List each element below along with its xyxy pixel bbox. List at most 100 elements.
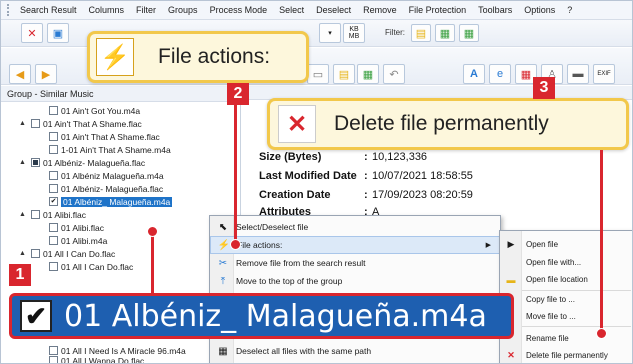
checkbox[interactable] (49, 262, 58, 271)
checkbox[interactable] (49, 184, 58, 193)
menu-options[interactable]: Options (518, 5, 561, 15)
drive-icon[interactable]: ▬ (567, 64, 589, 84)
submenu-separator (522, 326, 631, 327)
expand-toggle-icon[interactable]: ▲ (19, 120, 27, 127)
badge-2: 2 (227, 83, 249, 105)
group-row[interactable]: ▲ 01 Alibi.flac (1, 208, 241, 221)
move-group-icon[interactable]: ▤ (333, 64, 355, 84)
menu-item-file-actions[interactable]: ⚡ File actions: ▶ (210, 236, 500, 254)
menu-select[interactable]: Select (273, 5, 310, 15)
menu-search-result[interactable]: Search Result (14, 5, 83, 15)
group-row[interactable]: ▲ 01 Albéniz- Malagueña.flac (1, 156, 241, 169)
submenu-rename-file[interactable]: Rename file (500, 330, 632, 347)
expand-toggle-icon[interactable]: ▲ (19, 159, 27, 166)
menu-help[interactable]: ? (561, 5, 578, 15)
menu-item-deselect-same-path[interactable]: ▦ Deselect all files with the same path (210, 342, 500, 360)
connector-dot (147, 226, 158, 237)
callout-text: File actions: (158, 45, 271, 68)
deselect-icon: ▦ (218, 345, 228, 357)
list-item[interactable]: ✔ 01 Albéniz_ Malagueña.m4a (1, 195, 241, 208)
checkbox[interactable] (49, 132, 58, 141)
checkbox[interactable] (31, 119, 40, 128)
exif-icon[interactable]: EXIF (593, 64, 615, 84)
back-icon[interactable]: ◀ (9, 64, 31, 84)
filter-all-icon[interactable]: ▤ (411, 24, 431, 42)
app-window: Search Result Columns Filter Groups Proc… (0, 0, 633, 364)
checkbox[interactable] (49, 223, 58, 232)
menu-deselect[interactable]: Deselect (310, 5, 357, 15)
file-name: 01 Ain't That A Shame.flac (61, 131, 160, 142)
size-value: 10,123,336 (372, 151, 428, 163)
connector-dot (596, 328, 607, 339)
checkbox[interactable] (49, 356, 58, 363)
list-item[interactable]: 01 Ain't That A Shame.flac (1, 130, 241, 143)
list-item[interactable]: 01 Alibi.flac (1, 221, 241, 234)
lightning-icon: ⚡ (96, 38, 134, 76)
menu-columns[interactable]: Columns (83, 5, 131, 15)
page-icon[interactable]: ▭ (307, 64, 329, 84)
play-icon: ▶ (507, 239, 515, 249)
image-toolbar-icon[interactable]: ▣ (47, 23, 69, 43)
forward-icon[interactable]: ▶ (35, 64, 57, 84)
menu-item-move-top[interactable]: ⤒ Move to the top of the group (210, 272, 500, 290)
menu-item-remove-file[interactable]: ✂ Remove file from the search result (210, 254, 500, 272)
undo-icon[interactable]: ↶ (383, 64, 405, 84)
delete-toolbar-icon[interactable]: ✕ (21, 23, 43, 43)
connector-dot (230, 239, 241, 250)
group-row[interactable]: ▲ 01 Ain't That A Shame.flac (1, 117, 241, 130)
connector-line (151, 231, 154, 293)
menu-groups[interactable]: Groups (162, 5, 204, 15)
submenu-open-location[interactable]: ▬ Open file location (500, 271, 632, 288)
checkbox-checked-icon: ✔ (20, 300, 52, 332)
list-item[interactable]: 01 Albéniz- Malagueña.flac (1, 182, 241, 195)
submenu-delete-permanently[interactable]: ✕ Delete file permanently (500, 347, 632, 363)
file-name: 01 Alibi.flac (61, 222, 104, 233)
checkbox[interactable] (49, 145, 58, 154)
file-name: 01 Ain't Got You.m4a (61, 105, 141, 116)
file-name: 01 All I Wanna Do.flac (61, 355, 145, 364)
copy-group-icon[interactable]: ▦ (357, 64, 379, 84)
checkbox[interactable] (31, 210, 40, 219)
checkbox[interactable] (49, 106, 58, 115)
menu-item-label: Select/Deselect file (236, 222, 309, 232)
menu-process-mode[interactable]: Process Mode (204, 5, 274, 15)
checkbox[interactable] (31, 158, 40, 167)
menu-grip (7, 4, 10, 16)
checkbox[interactable] (31, 249, 40, 258)
list-item[interactable]: 01 Alibi.m4a (1, 234, 241, 247)
submenu-label: Copy file to ... (526, 295, 575, 304)
expand-toggle-icon[interactable]: ▲ (19, 211, 27, 218)
list-item[interactable]: 01 Albéniz Malagueña.m4a (1, 169, 241, 182)
badge-3: 3 (533, 77, 555, 99)
filter-checked-icon[interactable]: ▦ (435, 24, 455, 42)
list-item[interactable]: 01 All I Can Do.flac (1, 260, 241, 273)
menu-item-select-deselect[interactable]: ⬉ Select/Deselect file (210, 218, 500, 236)
submenu-open-file[interactable]: ▶ Open file (500, 236, 632, 253)
menu-filter[interactable]: Filter (130, 5, 162, 15)
list-item[interactable]: 1-01 Ain't That A Shame.m4a (1, 143, 241, 156)
callout-file-actions: ⚡ File actions: (87, 31, 309, 83)
list-item[interactable]: 01 All I Wanna Do.flac (1, 354, 241, 364)
dropdown-toolbar-icon[interactable]: ▾ (319, 23, 341, 43)
modified-value: 10/07/2021 18:58:55 (372, 170, 473, 182)
file-actions-submenu: ▶ Open file Open file with... ▬ Open fil… (499, 230, 632, 363)
expand-toggle-icon[interactable]: ▲ (19, 250, 27, 257)
kb-mb-icon[interactable]: KB MB (343, 23, 365, 43)
context-menu: ⬉ Select/Deselect file ⚡ File actions: ▶… (209, 215, 501, 363)
file-name: 01 Albéniz- Malagueña.flac (61, 183, 164, 194)
text-icon[interactable]: A (463, 64, 485, 84)
submenu-copy-file[interactable]: Copy file to ... (500, 291, 632, 308)
browser-icon[interactable]: e (489, 64, 511, 84)
checkbox[interactable]: ✔ (49, 197, 58, 206)
filter-unchecked-icon[interactable]: ▦ (459, 24, 479, 42)
list-item[interactable]: 01 Ain't Got You.m4a (1, 104, 241, 117)
checkbox[interactable] (49, 236, 58, 245)
checkbox[interactable] (49, 171, 58, 180)
menu-file-protection[interactable]: File Protection (403, 5, 473, 15)
submenu-label: Move file to ... (526, 312, 576, 321)
group-row[interactable]: ▲ 01 All I Can Do.flac (1, 247, 241, 260)
submenu-open-file-with[interactable]: Open file with... (500, 254, 632, 271)
submenu-move-file[interactable]: Move file to ... (500, 308, 632, 325)
menu-toolbars[interactable]: Toolbars (472, 5, 518, 15)
menu-remove[interactable]: Remove (357, 5, 403, 15)
